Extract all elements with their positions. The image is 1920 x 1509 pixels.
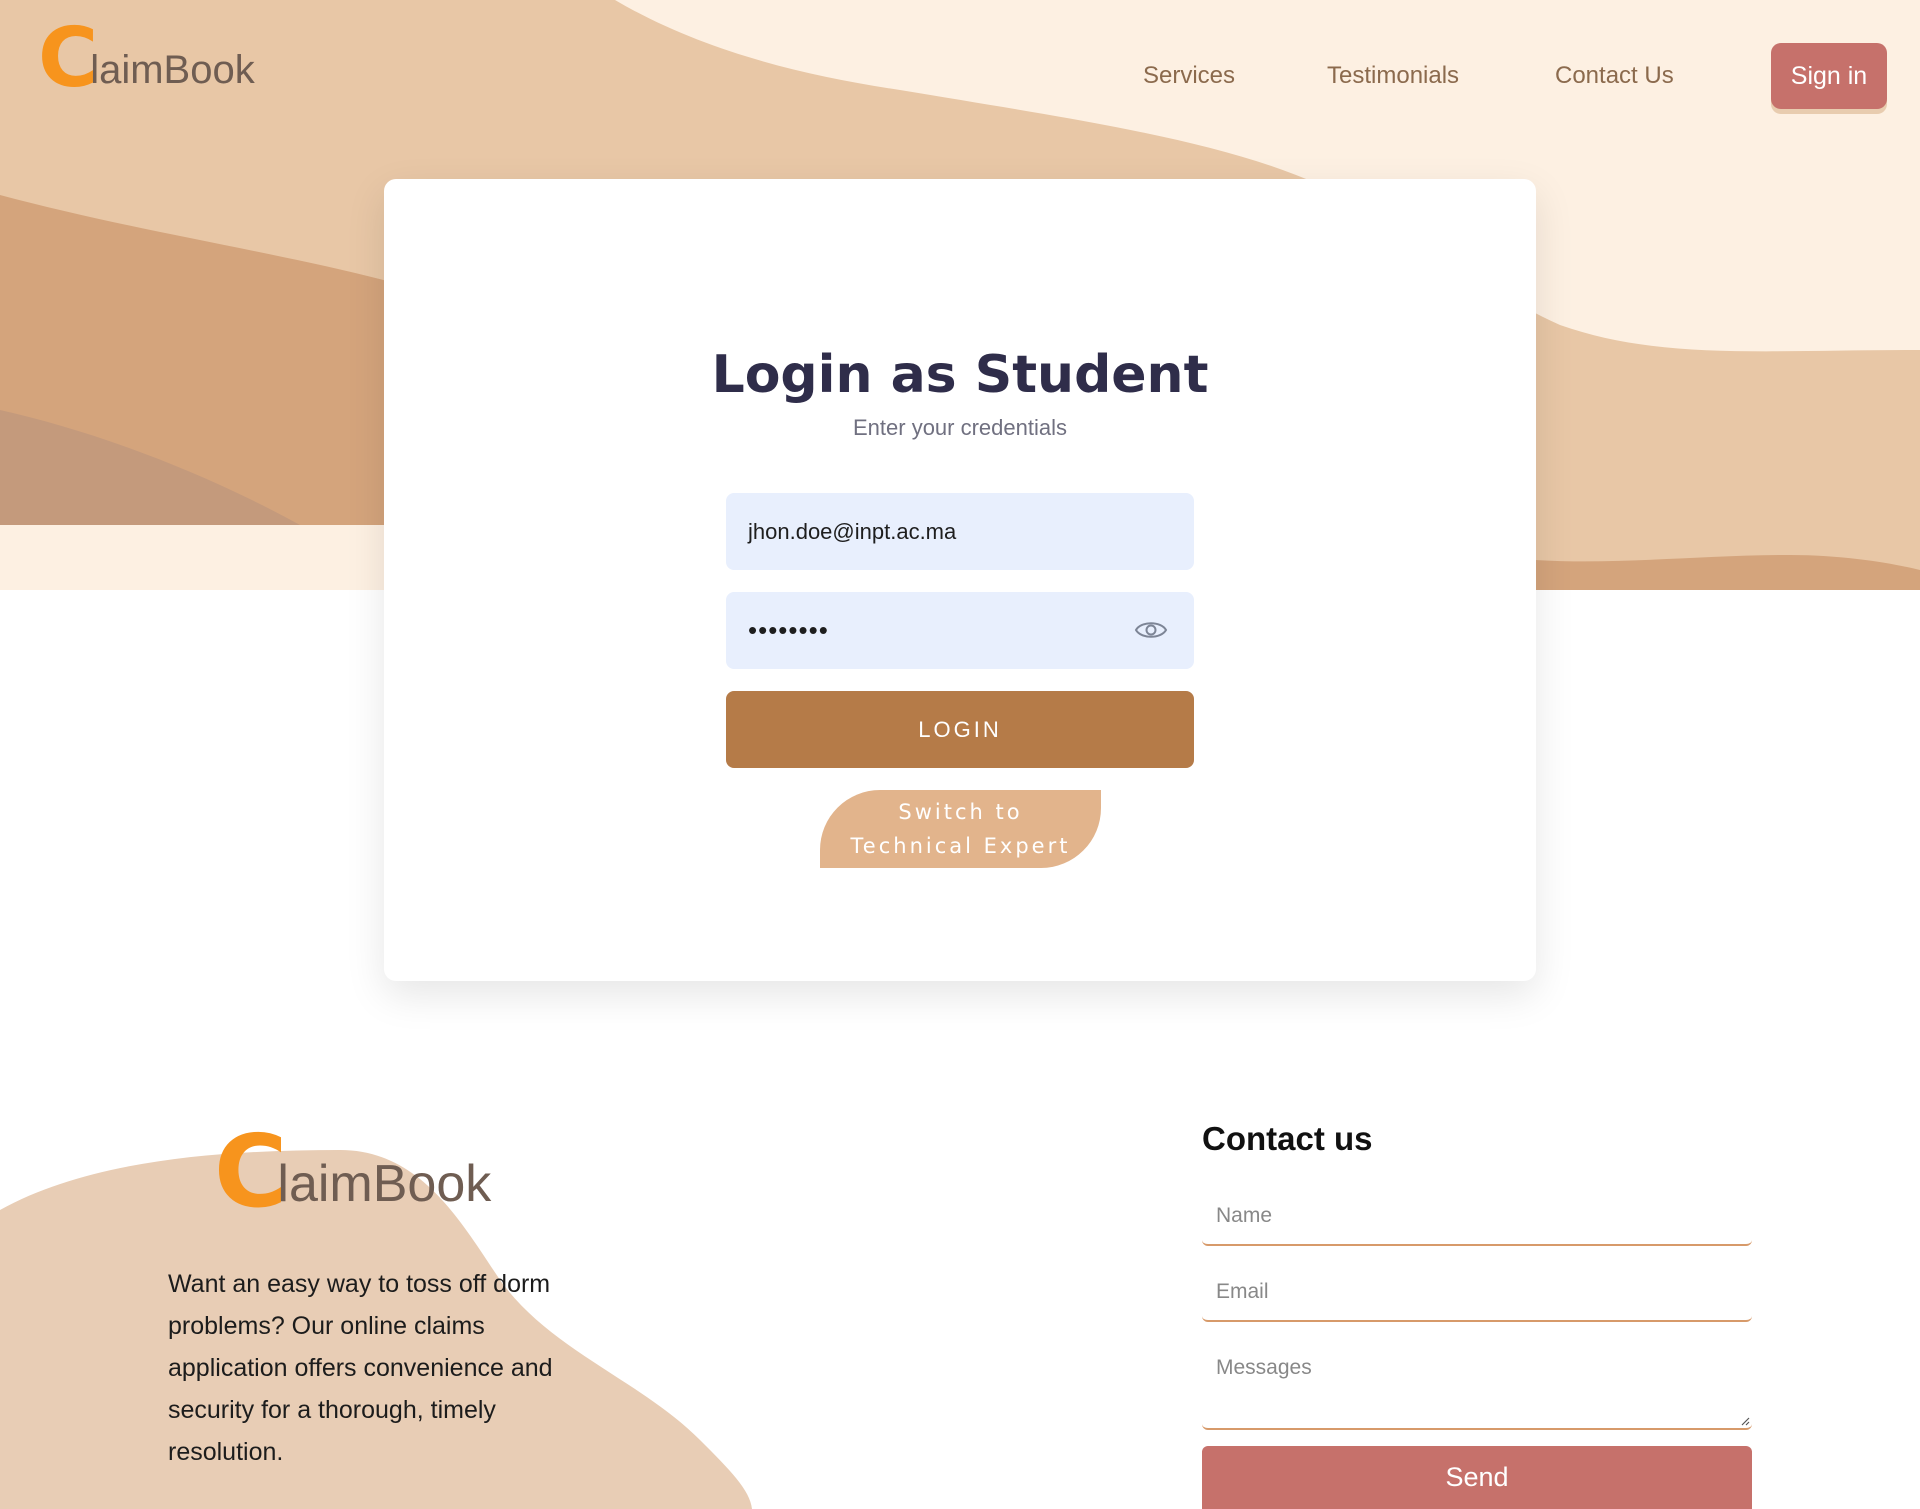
contact-messages-placeholder: Messages xyxy=(1216,1356,1312,1379)
contact-name-field[interactable]: Name xyxy=(1202,1188,1752,1246)
nav-services-link[interactable]: Services xyxy=(1143,62,1235,90)
nav-testimonials-link[interactable]: Testimonials xyxy=(1327,62,1459,90)
login-subtitle: Enter your credentials xyxy=(853,415,1067,440)
email-input[interactable]: jhon.doe@inpt.ac.ma xyxy=(726,493,1194,570)
footer-logo-wordmark: laimBook xyxy=(277,1155,492,1213)
nav-contact-link[interactable]: Contact Us xyxy=(1555,62,1674,90)
switch-to-technical-expert-button[interactable]: Switch to Technical Expert xyxy=(820,790,1101,868)
eye-icon[interactable] xyxy=(1134,618,1168,642)
footer-logo: C laimBook xyxy=(214,1122,491,1222)
sign-in-button[interactable]: Sign in xyxy=(1771,43,1887,109)
contact-title: Contact us xyxy=(1202,1120,1373,1157)
footer-logo-c-mark: C xyxy=(214,1113,288,1230)
contact-email-placeholder: Email xyxy=(1216,1280,1269,1303)
contact-email-field[interactable]: Email xyxy=(1202,1264,1752,1322)
header-logo[interactable]: C laimBook xyxy=(38,18,255,100)
email-input-value: jhon.doe@inpt.ac.ma xyxy=(748,518,957,544)
footer-description: Want an easy way to toss off dorm proble… xyxy=(168,1270,553,1466)
contact-name-placeholder: Name xyxy=(1216,1204,1273,1227)
login-title: Login as Student xyxy=(711,345,1209,405)
send-button[interactable]: Send xyxy=(1202,1446,1752,1509)
login-card: Login as Student Enter your credentials … xyxy=(384,179,1536,981)
logo-wordmark: laimBook xyxy=(90,48,255,92)
password-input-value: •••••••• xyxy=(748,615,829,645)
resize-grip-icon[interactable] xyxy=(1740,1416,1750,1426)
contact-messages-field[interactable]: Messages xyxy=(1202,1340,1752,1430)
password-input[interactable]: •••••••• xyxy=(726,592,1194,669)
logo-c-mark: C xyxy=(38,11,99,106)
login-button[interactable]: LOGIN xyxy=(726,691,1194,768)
